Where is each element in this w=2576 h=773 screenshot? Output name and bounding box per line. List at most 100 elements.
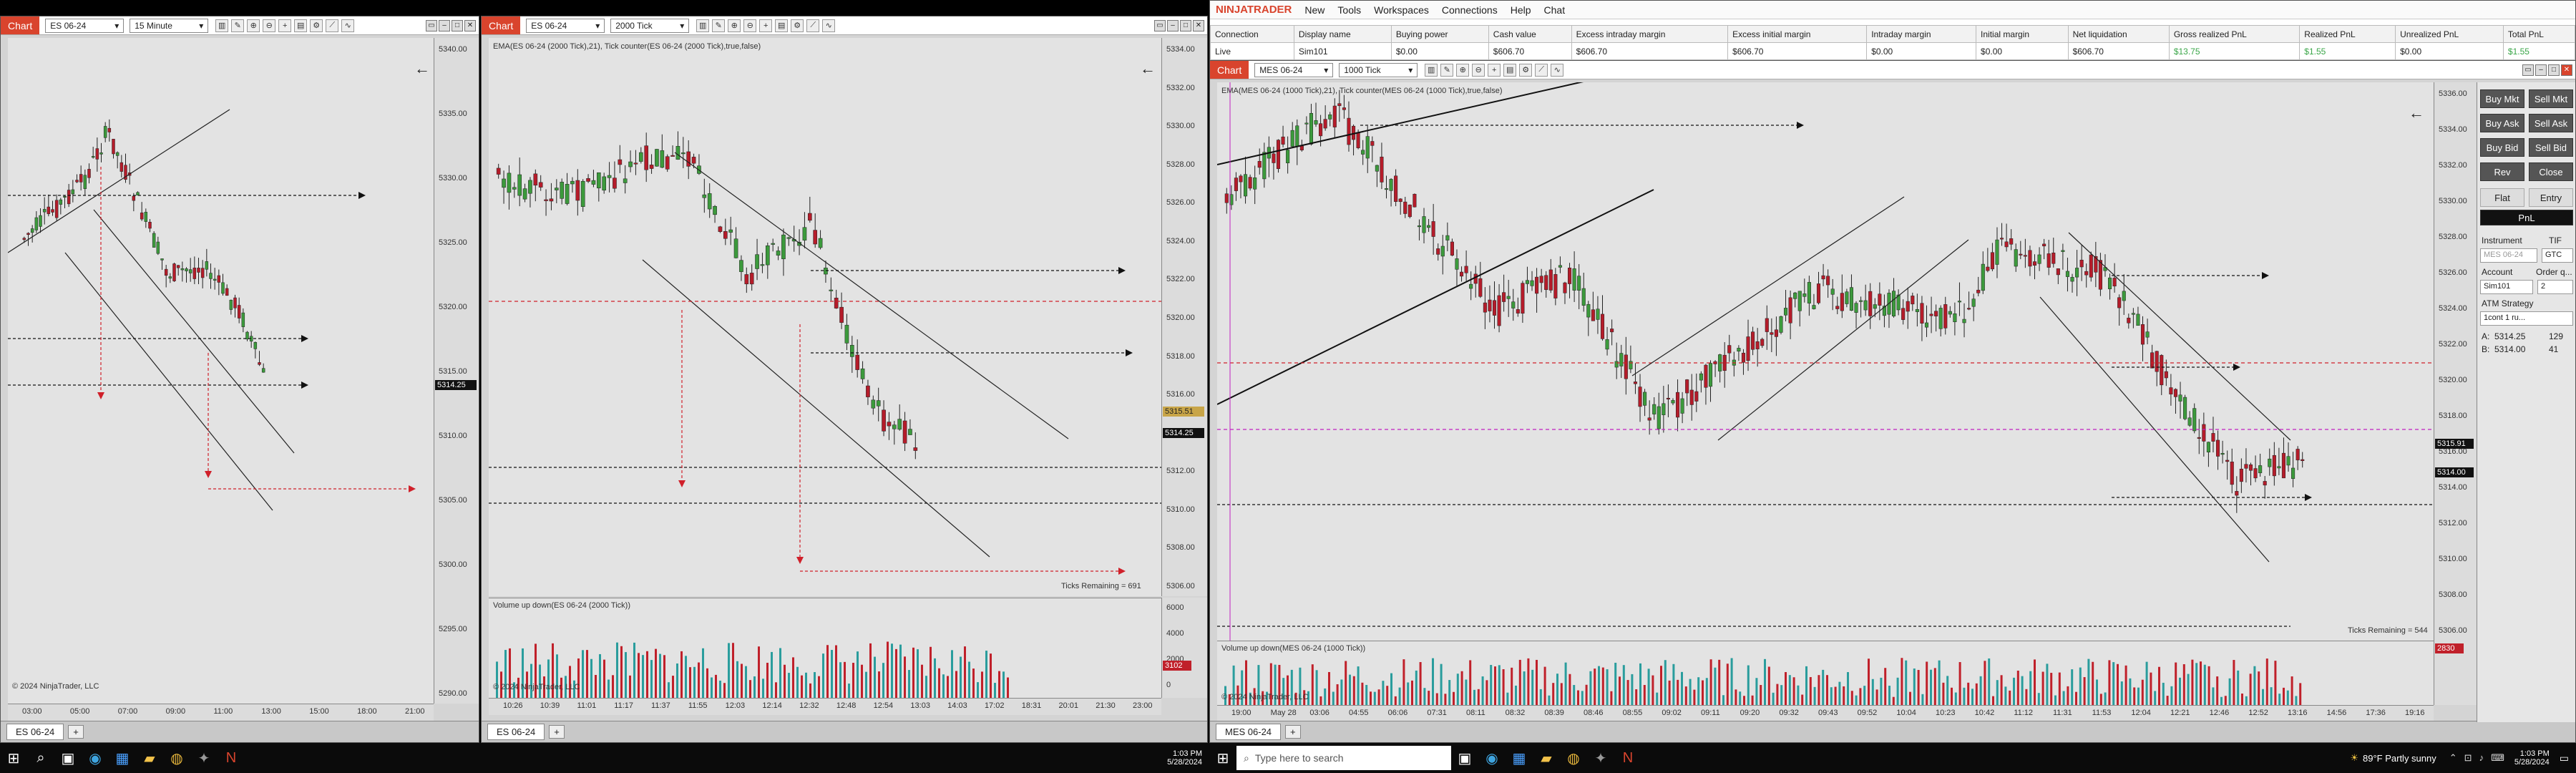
buy-market-button[interactable]: Buy Mkt xyxy=(2480,89,2524,108)
zoom-out-icon[interactable]: ⊖ xyxy=(263,19,276,32)
sell-bid-button[interactable]: Sell Bid xyxy=(2529,138,2573,157)
taskbar-search[interactable]: ⌕ Type here to search xyxy=(1236,746,1451,770)
strategy-icon[interactable]: ⚙ xyxy=(791,19,804,32)
column-header[interactable]: Display name xyxy=(1293,25,1392,43)
drawing-tools-icon[interactable]: ⟋ xyxy=(1535,63,1548,77)
sell-ask-button[interactable]: Sell Ask xyxy=(2529,114,2573,132)
pencil-icon[interactable]: ✎ xyxy=(1440,63,1454,77)
pencil-icon[interactable]: ✎ xyxy=(231,19,245,32)
time-axis[interactable]: 03:00 05:00 07:00 09:00 11:00 13:00 15:00 18:00… xyxy=(8,704,434,721)
app-icon[interactable]: ✦ xyxy=(190,744,218,772)
tab-mes-06-24[interactable]: MES 06-24 xyxy=(1216,724,1282,740)
zoom-in-icon[interactable]: ⊕ xyxy=(247,19,260,32)
atm-strategy-select[interactable]: 1cont 1 ru... xyxy=(2480,311,2573,326)
menu-workspaces[interactable]: Workspaces xyxy=(1374,4,1429,16)
instrument-selector[interactable]: ES 06-24 ▾ xyxy=(45,18,125,33)
add-tab-button[interactable]: + xyxy=(1285,725,1301,739)
column-header[interactable]: Initial margin xyxy=(1976,25,2069,43)
pencil-icon[interactable]: ✎ xyxy=(712,19,726,32)
task-view-icon[interactable]: ▣ xyxy=(54,744,82,772)
column-header[interactable]: Realized PnL xyxy=(2299,25,2396,43)
add-tab-button[interactable]: + xyxy=(549,725,565,739)
add-tab-button[interactable]: + xyxy=(68,725,84,739)
volume-plot[interactable]: Volume up down(ES 06-24 (2000 Tick)) © 2… xyxy=(489,598,1161,699)
instrument-field[interactable]: MES 06-24 xyxy=(2480,248,2537,263)
buy-ask-button[interactable]: Buy Ask xyxy=(2480,114,2524,132)
notification-icon[interactable]: ▭ xyxy=(2560,752,2576,764)
tile-icon[interactable]: ▭ xyxy=(1154,19,1166,31)
order-qty-field[interactable]: 2 xyxy=(2537,280,2573,294)
tile-icon[interactable]: ▭ xyxy=(2522,64,2534,76)
indicators-icon[interactable]: ∿ xyxy=(822,19,836,32)
properties-icon[interactable]: ▤ xyxy=(775,19,789,32)
drawing-tools-icon[interactable]: ⟋ xyxy=(326,19,339,32)
price-axis[interactable]: 5336.00 5334.00 5332.00 5330.00 5328.00 5326.… xyxy=(2434,82,2477,641)
zoom-out-icon[interactable]: ⊖ xyxy=(1472,63,1485,77)
volume-plot[interactable]: Volume up down(MES 06-24 (1000 Tick)) © … xyxy=(1217,641,2434,706)
indicators-icon[interactable]: ∿ xyxy=(1551,63,1564,77)
folder-icon[interactable]: ▰ xyxy=(1533,744,1560,772)
chrome-icon[interactable]: ◍ xyxy=(1560,744,1587,772)
edge-icon[interactable]: ◉ xyxy=(1478,744,1506,772)
column-header[interactable]: Unrealized PnL xyxy=(2395,25,2504,43)
menu-tools[interactable]: Tools xyxy=(1337,4,1361,16)
store-icon[interactable]: ▦ xyxy=(1506,744,1533,772)
tab-es-06-24[interactable]: ES 06-24 xyxy=(487,724,545,740)
period-selector[interactable]: 15 Minute ▾ xyxy=(130,18,209,33)
tif-select[interactable]: GTC xyxy=(2542,248,2573,263)
back-arrow-icon[interactable]: ← xyxy=(2409,104,2424,122)
bar-type-icon[interactable]: ▥ xyxy=(696,19,710,32)
back-arrow-icon[interactable]: ← xyxy=(1140,59,1156,78)
price-axis[interactable]: 5334.00 5332.00 5330.00 5328.00 5326.00 5324.… xyxy=(1161,38,1207,596)
zoom-in-icon[interactable]: ⊕ xyxy=(728,19,741,32)
time-axis[interactable]: 10:26 10:39 11:01 11:17 11:37 11:55 12:03 12:14… xyxy=(489,698,1161,715)
strategy-icon[interactable]: ⚙ xyxy=(310,19,323,32)
close-icon[interactable]: ✕ xyxy=(464,19,476,31)
menu-chat[interactable]: Chat xyxy=(1544,4,1566,16)
close-icon[interactable]: ✕ xyxy=(2561,64,2572,76)
keyboard-icon[interactable]: ⌨ xyxy=(2491,752,2504,764)
column-header[interactable]: Connection xyxy=(1210,25,1294,43)
volume-axis[interactable]: 6000 4000 2000 0 xyxy=(1161,598,1207,698)
properties-icon[interactable]: ▤ xyxy=(294,19,308,32)
minimize-icon[interactable]: – xyxy=(439,19,450,31)
volume-icon[interactable]: ♪ xyxy=(2479,752,2484,764)
buy-bid-button[interactable]: Buy Bid xyxy=(2480,138,2524,157)
zoom-out-icon[interactable]: ⊖ xyxy=(743,19,757,32)
chrome-icon[interactable]: ◍ xyxy=(163,744,190,772)
column-header[interactable]: Net liquidation xyxy=(2067,25,2170,43)
maximize-icon[interactable]: □ xyxy=(1180,19,1191,31)
tile-icon[interactable]: ▭ xyxy=(426,19,437,31)
tab-es-06-24[interactable]: ES 06-24 xyxy=(6,724,64,740)
column-header[interactable]: Buying power xyxy=(1390,25,1489,43)
price-plot[interactable]: ← © 2024 NinjaTrader, LLC xyxy=(7,38,434,704)
instrument-selector[interactable]: MES 06-24 ▾ xyxy=(1254,62,1334,77)
account-select[interactable]: Sim101 xyxy=(2480,280,2533,294)
clock-left[interactable]: 1:03 PM 5/28/2024 xyxy=(1167,749,1209,767)
ninjatrader-icon[interactable]: N xyxy=(218,744,245,772)
price-axis[interactable]: 5340.00 5335.00 5330.00 5325.00 5320.00 5315.… xyxy=(434,38,479,704)
back-arrow-icon[interactable]: ← xyxy=(414,59,430,78)
sell-market-button[interactable]: Sell Mkt xyxy=(2529,89,2573,108)
time-axis[interactable]: 19:00 May 28 03:06 04:55 06:06 07:31 08:11 08:3… xyxy=(1217,705,2434,722)
tray-icons[interactable]: ⌃ ⊡ ♪ ⌨ xyxy=(2449,752,2504,764)
crosshair-icon[interactable]: + xyxy=(278,19,292,32)
maximize-icon[interactable]: □ xyxy=(452,19,463,31)
table-row[interactable]: Live Sim101 $0.00 $606.70 $606.70 $606.7… xyxy=(1210,42,2575,60)
edge-icon[interactable]: ◉ xyxy=(82,744,109,772)
crosshair-icon[interactable]: + xyxy=(759,19,773,32)
properties-icon[interactable]: ▤ xyxy=(1503,63,1517,77)
period-selector[interactable]: 2000 Tick ▾ xyxy=(610,18,690,33)
menu-help[interactable]: Help xyxy=(1511,4,1531,16)
weather-widget[interactable]: ☀ 89°F Partly sunny xyxy=(2350,752,2436,764)
minimize-icon[interactable]: – xyxy=(1167,19,1179,31)
clock-right[interactable]: 1:03 PM 5/28/2024 xyxy=(2504,749,2560,767)
price-plot[interactable]: EMA(ES 06-24 (2000 Tick),21), Tick count… xyxy=(489,38,1161,596)
folder-icon[interactable]: ▰ xyxy=(136,744,163,772)
close-icon[interactable]: ✕ xyxy=(1193,19,1204,31)
bar-type-icon[interactable]: ▥ xyxy=(1425,63,1438,77)
windows-start-icon[interactable]: ⊞ xyxy=(0,744,27,772)
windows-start-icon[interactable]: ⊞ xyxy=(1209,744,1236,772)
column-header[interactable]: Excess initial margin xyxy=(1727,25,1868,43)
close-position-button[interactable]: Close xyxy=(2529,162,2573,181)
